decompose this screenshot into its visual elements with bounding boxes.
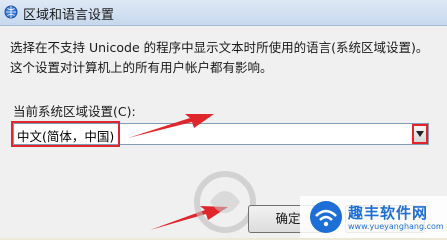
chevron-down-icon — [416, 131, 424, 137]
region-language-dialog: 区域和语言设置 选择在不支持 Unicode 的程序中显示文本时所使用的语言(系… — [0, 0, 447, 238]
locale-dropdown-button[interactable] — [412, 124, 428, 144]
annotation-arrow-lower — [150, 206, 228, 230]
title-bar: 区域和语言设置 — [0, 0, 447, 26]
region-globe-icon — [4, 5, 18, 19]
site-url: www.yueyanghang.com — [348, 222, 444, 231]
locale-select-value: 中文(简体，中国) — [17, 129, 115, 144]
site-name: 趣丰软件网 — [348, 204, 429, 222]
locale-select[interactable]: 中文(简体，中国) — [13, 123, 429, 145]
dialog-title: 区域和语言设置 — [23, 8, 115, 23]
description-text: 选择在不支持 Unicode 的程序中显示文本时所使用的语言(系统区域设置)。这… — [10, 40, 429, 75]
wifi-logo-icon — [310, 201, 342, 233]
locale-label: 当前系统区域设置(C): — [13, 104, 136, 119]
site-watermark-badge: 趣丰软件网 www.yueyanghang.com — [300, 196, 447, 238]
